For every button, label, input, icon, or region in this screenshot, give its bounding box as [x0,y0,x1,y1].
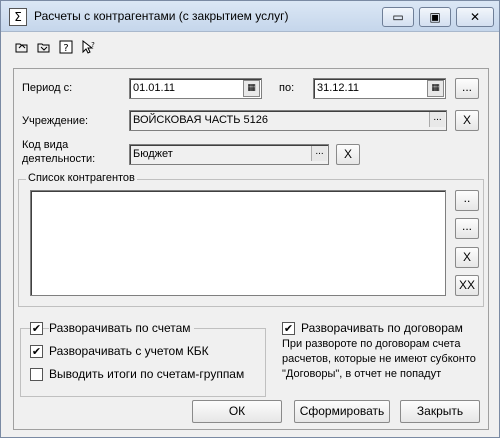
generate-button[interactable]: Сформировать [294,400,390,423]
counterparty-clear-all-button[interactable]: XX [455,275,479,296]
institution-value: ВОЙСКОВАЯ ЧАСТЬ 5126 [133,114,268,126]
close-button[interactable]: Закрыть [400,400,480,423]
group-totals-checkbox[interactable] [30,368,43,381]
close-window-button[interactable]: ✕ [456,7,494,27]
by-accounts-checkbox[interactable]: ✔ [30,322,43,335]
with-kbk-label: Разворачивать с учетом КБК [49,344,209,358]
maximize-button[interactable]: ▣ [419,7,451,27]
by-contracts-checkbox[interactable]: ✔ [282,322,295,335]
minimize-button[interactable]: ▭ [382,7,414,27]
period-from-value: 01.01.11 [133,82,176,94]
period-from-field[interactable]: 01.01.11 ▦ [129,78,262,99]
open-folder-icon[interactable] [13,39,31,57]
with-kbk-checkbox[interactable]: ✔ [30,345,43,358]
sigma-app-icon: Σ [9,8,27,26]
period-to-label: по: [279,82,295,94]
period-to-field[interactable]: 31.12.11 ▦ [313,78,446,99]
report-settings-panel: Период с: 01.01.11 ▦ по: 31.12.11 ▦ ... … [13,68,489,430]
by-accounts-label: Разворачивать по счетам [49,321,194,335]
period-from-label: Период с: [22,82,73,94]
institution-select-button[interactable]: ... [429,112,445,127]
svg-text:?: ? [63,43,68,54]
institution-field[interactable]: ВОЙСКОВАЯ ЧАСТЬ 5126 ... [129,110,447,131]
ok-button[interactable]: ОК [192,400,282,423]
contracts-note: При развороте по договорам счета расчето… [282,338,476,380]
report-window: Σ Расчеты с контрагентами (с закрытием у… [0,0,500,438]
counterparty-remove-button[interactable]: X [455,247,479,268]
title-bar[interactable]: Σ Расчеты с контрагентами (с закрытием у… [1,1,499,32]
counterparty-add-button[interactable]: ... [455,218,479,239]
counterparty-select-button[interactable]: .. [455,190,479,211]
activity-label-line2: деятельности: [22,153,96,165]
group-totals-label: Выводить итоги по счетам-группам [49,367,245,381]
counterparties-list[interactable] [30,190,446,296]
institution-clear-button[interactable]: X [455,110,479,131]
account-options-group [20,328,266,397]
period-select-button[interactable]: ... [455,78,479,99]
activity-label-line1: Код вида [22,139,69,151]
period-to-value: 31.12.11 [317,82,360,94]
svg-text:?: ? [91,41,95,49]
pointer-help-icon[interactable]: ? [79,39,97,57]
institution-label: Учреждение: [22,115,89,127]
calendar-icon[interactable]: ▦ [243,80,260,97]
window-title: Расчеты с контрагентами (с закрытием усл… [34,9,289,23]
counterparties-title: Список контрагентов [26,172,137,184]
calendar-icon[interactable]: ▦ [427,80,444,97]
activity-clear-button[interactable]: X [336,144,360,165]
save-folder-icon[interactable] [35,39,53,57]
activity-select-button[interactable]: ... [311,146,327,161]
activity-field[interactable]: Бюджет ... [129,144,329,165]
by-contracts-label: Разворачивать по договорам [301,321,463,335]
help-icon[interactable]: ? [57,39,75,57]
activity-value: Бюджет [133,148,173,160]
